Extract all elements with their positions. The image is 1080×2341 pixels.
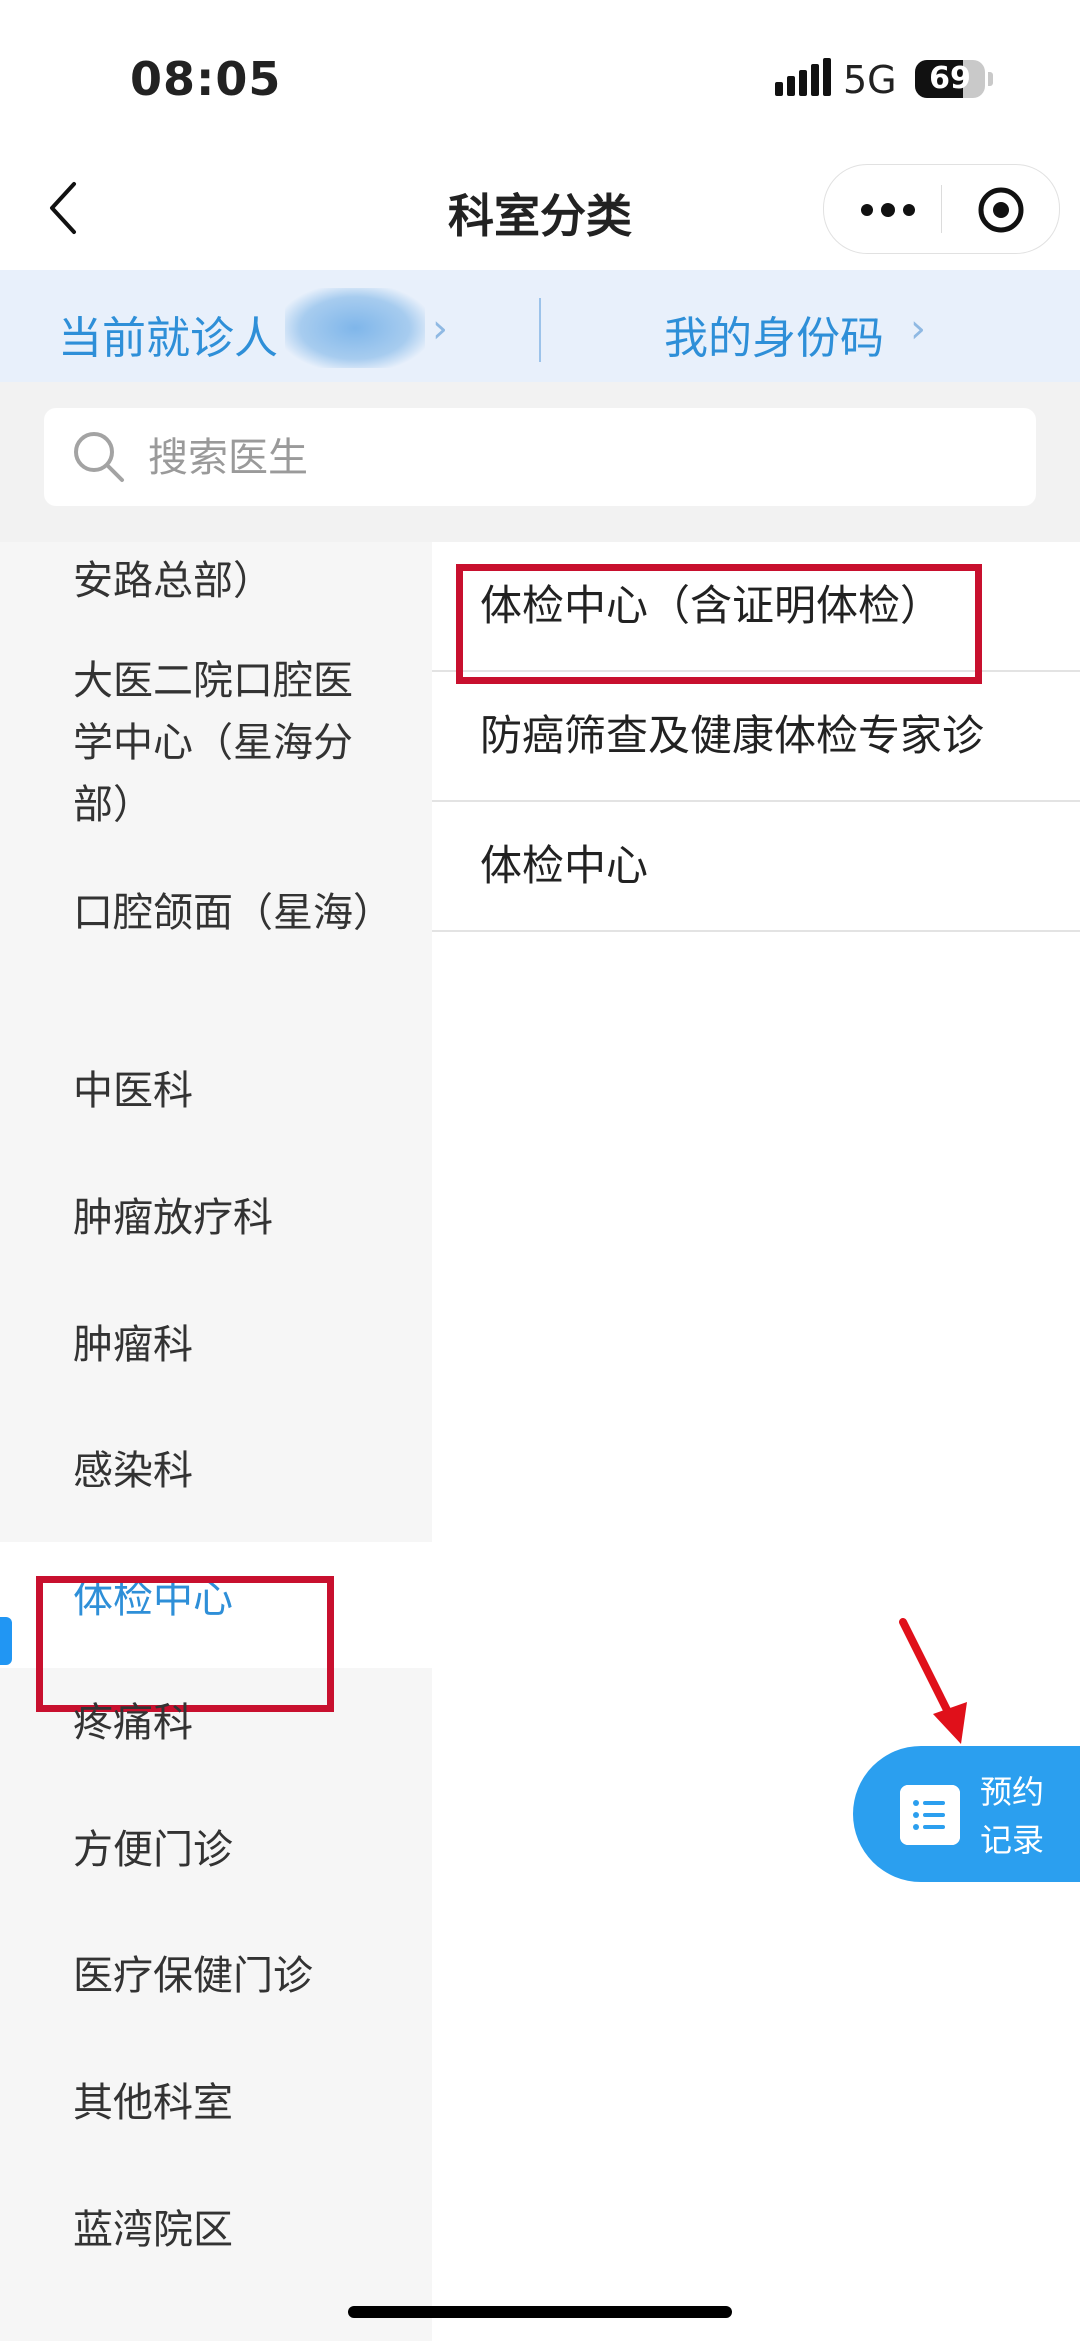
department-item[interactable]: 方便门诊 xyxy=(0,1819,432,1915)
mini-program-capsule xyxy=(823,164,1060,254)
sub-department-item[interactable]: 防癌筛查及健康体检专家诊 xyxy=(432,672,1080,802)
department-label: 大医二院口腔医学中心（星海分部） xyxy=(73,658,353,828)
department-item[interactable]: 医疗保健门诊 xyxy=(0,1945,432,2041)
signal-icon xyxy=(775,58,831,96)
department-label: 方便门诊 xyxy=(73,1827,233,1873)
department-item[interactable]: 其他科室 xyxy=(0,2072,432,2168)
department-label: 肿瘤放疗科 xyxy=(73,1195,273,1241)
department-item[interactable]: 感染科 xyxy=(0,1440,432,1536)
appointment-record-label: 预约记录 xyxy=(980,1773,1045,1859)
department-label: 疼痛科 xyxy=(73,1700,193,1746)
department-label: 中医科 xyxy=(73,1068,193,1114)
department-item[interactable]: 疼痛科 xyxy=(0,1692,432,1788)
home-indicator xyxy=(348,2306,732,2318)
sub-department-item[interactable]: 体检中心 xyxy=(432,802,1080,932)
id-code-link[interactable]: 我的身份码 xyxy=(664,302,884,366)
department-label: 其他科室 xyxy=(73,2080,233,2126)
battery-icon: 69 xyxy=(915,60,985,98)
sub-department-label: 防癌筛查及健康体检专家诊 xyxy=(480,711,985,760)
sub-department-label: 体检中心 xyxy=(480,841,649,890)
sub-department-list: 体检中心（含证明体检） 防癌筛查及健康体检专家诊 体检中心 xyxy=(432,542,1080,2341)
patient-name-redacted xyxy=(285,288,425,368)
chevron-right-icon: › xyxy=(432,306,448,352)
chevron-right-icon: › xyxy=(910,306,926,352)
department-label: 感染科 xyxy=(73,1448,193,1494)
nav-bar: 科室分类 xyxy=(0,150,1080,270)
list-icon xyxy=(900,1785,960,1845)
close-miniprogram-icon[interactable] xyxy=(976,185,1026,235)
network-type: 5G xyxy=(843,58,897,102)
search-area xyxy=(0,382,1080,542)
more-icon[interactable] xyxy=(860,203,916,217)
department-item[interactable]: 肿瘤放疗科 xyxy=(0,1187,432,1283)
search-box xyxy=(44,408,1036,508)
active-indicator xyxy=(0,1617,12,1665)
arrow-annotation xyxy=(899,1618,967,1744)
patient-bar: 当前就诊人 › 我的身份码 › xyxy=(0,270,1080,382)
department-label: 口腔颌面（星海） xyxy=(73,890,393,936)
department-item[interactable]: 安路总部） xyxy=(0,542,432,632)
department-label: 蓝湾院区 xyxy=(73,2207,233,2253)
battery-level: 69 xyxy=(929,61,971,96)
search-input[interactable] xyxy=(146,408,1010,508)
highlight-box xyxy=(456,564,982,684)
appointment-record-button[interactable]: 预约记录 xyxy=(853,1746,1080,1882)
status-time: 08:05 xyxy=(130,52,282,106)
department-item[interactable]: 蓝湾院区 xyxy=(0,2199,432,2295)
current-patient-link[interactable]: 当前就诊人 xyxy=(58,302,278,366)
department-list: 安路总部） 大医二院口腔医学中心（星海分部） 口腔颌面（星海） 中医科 肿瘤放疗… xyxy=(0,542,432,2341)
status-bar: 08:05 5G 69 xyxy=(0,0,1080,150)
department-item[interactable]: 大医二院口腔医学中心（星海分部） xyxy=(0,650,432,872)
department-item[interactable]: 肿瘤科 xyxy=(0,1314,432,1410)
search-icon xyxy=(74,432,124,482)
department-label: 肿瘤科 xyxy=(73,1322,193,1368)
department-item[interactable]: 中医科 xyxy=(0,1060,432,1156)
department-label: 安路总部） xyxy=(73,558,273,604)
department-item[interactable]: 口腔颌面（星海） xyxy=(0,882,432,1032)
department-label: 医疗保健门诊 xyxy=(73,1953,313,1999)
